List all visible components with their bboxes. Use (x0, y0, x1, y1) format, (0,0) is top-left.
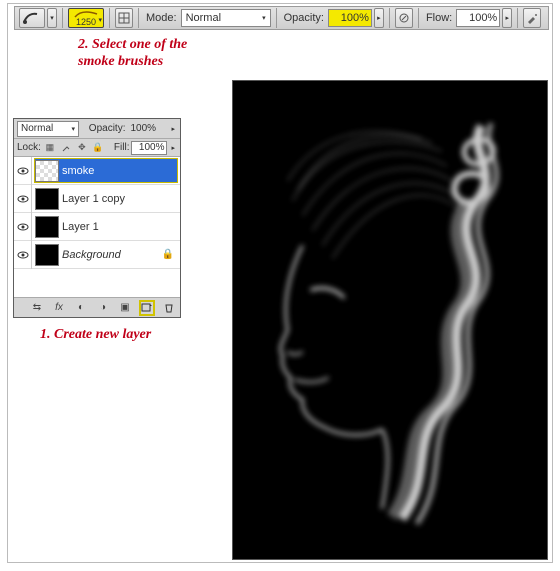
brush-icon (22, 11, 42, 25)
layer-blend-mode-value: Normal (21, 123, 53, 134)
lock-position-icon[interactable]: ✥ (75, 141, 89, 155)
visibility-toggle[interactable] (14, 213, 32, 241)
flow-input[interactable]: 100% (456, 9, 500, 27)
separator (62, 8, 63, 28)
tablet-pressure-opacity[interactable] (395, 8, 413, 28)
opacity-value: 100% (341, 12, 369, 24)
separator (138, 8, 139, 28)
options-bar: ▾ 1250 ▾ Mode: Normal ▾ Opacity: 100% ▸ … (14, 6, 549, 30)
fill-input[interactable]: 100% (131, 141, 167, 155)
layer-mask-icon[interactable]: ◐ (74, 301, 88, 315)
visibility-toggle[interactable] (14, 241, 32, 269)
annotation-step-2: 2. Select one of the smoke brushes (78, 36, 187, 70)
blend-mode-select[interactable]: Normal ▾ (181, 9, 271, 27)
chevron-down-icon: ▾ (262, 14, 266, 22)
annotation-step-1: 1. Create new layer (40, 326, 151, 343)
opacity-input[interactable]: 100% (328, 9, 372, 27)
visibility-toggle[interactable] (14, 185, 32, 213)
layers-panel-header: Normal ▾ Opacity: 100% ▸ (14, 119, 180, 139)
layer-group-icon[interactable]: ▣ (118, 301, 132, 315)
layer-thumbnail[interactable] (35, 244, 59, 266)
opacity-label: Opacity: (282, 12, 326, 24)
separator (276, 8, 277, 28)
layer-thumbnail[interactable] (35, 188, 59, 210)
layer-opacity-value: 100% (130, 123, 156, 134)
brush-size-picker[interactable]: 1250 ▾ (68, 8, 104, 28)
separator (389, 8, 390, 28)
layer-blend-mode-select[interactable]: Normal ▾ (17, 121, 79, 137)
new-layer-button[interactable] (140, 301, 154, 315)
separator (418, 8, 419, 28)
new-layer-icon (141, 303, 153, 313)
flow-label: Flow: (424, 12, 454, 24)
mode-label: Mode: (144, 12, 179, 24)
layer-style-icon[interactable]: fx (52, 301, 66, 315)
smoke-artwork (233, 81, 547, 559)
lock-label: Lock: (17, 142, 41, 153)
separator (517, 8, 518, 28)
flow-value: 100% (469, 12, 497, 24)
layer-name: smoke (62, 165, 94, 177)
lock-pixels-icon[interactable] (59, 141, 73, 155)
link-layers-icon[interactable]: ⇆ (30, 301, 44, 315)
separator (109, 8, 110, 28)
airbrush-icon (526, 12, 538, 24)
visibility-toggle[interactable] (14, 157, 32, 185)
fill-value: 100% (139, 142, 165, 153)
layer-row[interactable]: smoke (14, 157, 180, 185)
layers-list: smoke Layer 1 copy Layer 1 Background 🔒 (14, 157, 180, 297)
layer-name: Background (62, 249, 121, 261)
lock-transparency-icon[interactable]: ▦ (43, 141, 57, 155)
layer-row[interactable]: Layer 1 (14, 213, 180, 241)
brush-size-value: 1250 (76, 18, 96, 27)
eye-icon (17, 167, 29, 175)
layers-lock-row: Lock: ▦ ✥ 🔒 Fill: 100% ▸ (14, 139, 180, 157)
chevron-down-icon: ▾ (98, 16, 102, 25)
lock-all-icon[interactable]: 🔒 (91, 141, 105, 155)
blend-mode-value: Normal (186, 12, 221, 24)
tool-preset-arrow[interactable]: ▾ (47, 8, 57, 28)
chevron-down-icon: ▾ (71, 125, 75, 133)
lock-icon: 🔒 (162, 249, 174, 260)
eye-icon (17, 195, 29, 203)
layer-row[interactable]: Background 🔒 (14, 241, 180, 269)
layer-row[interactable]: Layer 1 copy (14, 185, 180, 213)
layer-name: Layer 1 copy (62, 193, 125, 205)
tool-preset-picker[interactable] (19, 8, 45, 28)
airbrush-toggle[interactable] (523, 8, 541, 28)
layer-thumbnail[interactable] (35, 216, 59, 238)
layer-opacity-label: Opacity: (89, 123, 126, 134)
flow-arrow[interactable]: ▸ (502, 8, 512, 28)
opacity-arrow[interactable]: ▸ (374, 8, 384, 28)
layer-opacity-input[interactable]: 100% (130, 123, 166, 134)
chevron-right-icon[interactable]: ▸ (171, 125, 175, 133)
pen-pressure-icon (398, 12, 410, 24)
eye-icon (17, 223, 29, 231)
document-canvas[interactable] (232, 80, 548, 560)
palette-icon (118, 12, 130, 24)
layer-name: Layer 1 (62, 221, 99, 233)
adjustment-layer-icon[interactable]: ◑ (96, 301, 110, 315)
brush-panel-toggle[interactable] (115, 8, 133, 28)
layers-panel: Normal ▾ Opacity: 100% ▸ Lock: ▦ ✥ 🔒 Fil… (13, 118, 181, 318)
delete-layer-icon[interactable] (162, 301, 176, 315)
layers-footer: ⇆ fx ◐ ◑ ▣ (14, 297, 180, 317)
eye-icon (17, 251, 29, 259)
chevron-right-icon[interactable]: ▸ (171, 144, 175, 152)
fill-label: Fill: (114, 142, 130, 153)
layer-thumbnail[interactable] (35, 160, 59, 182)
